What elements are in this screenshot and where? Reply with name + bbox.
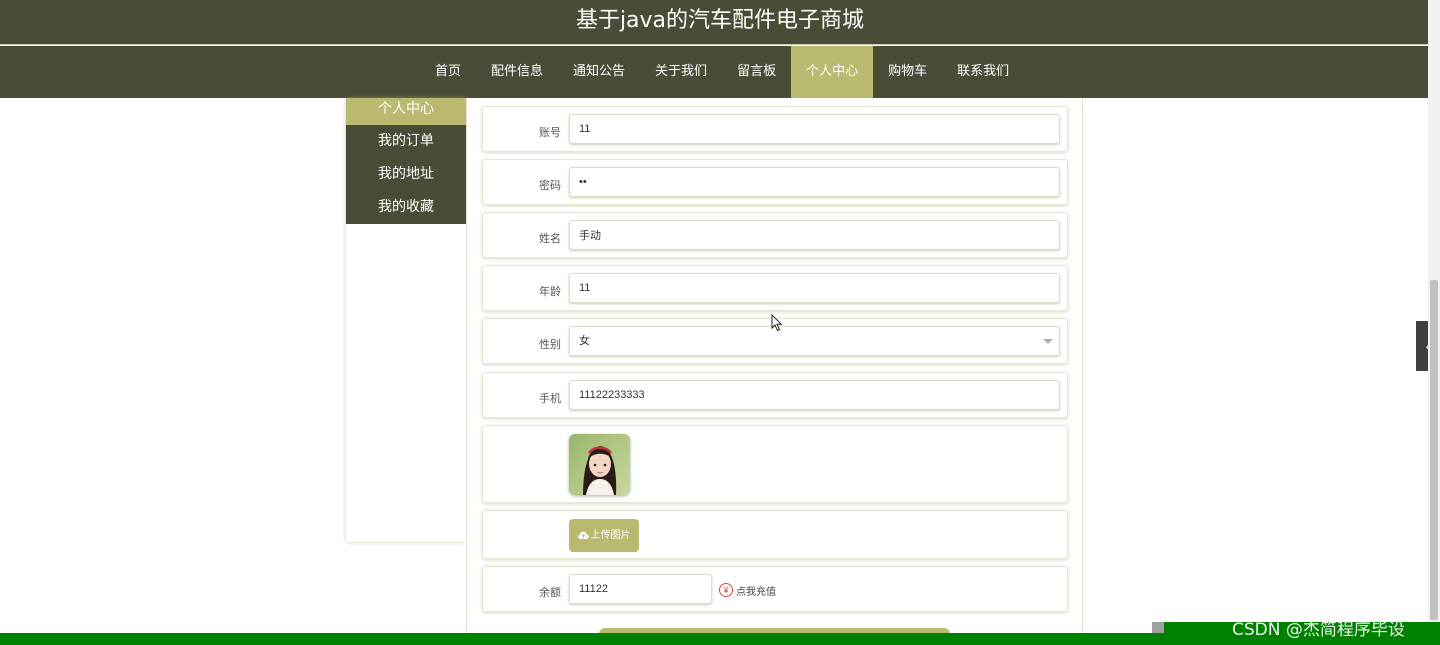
password-row: 密码: [482, 159, 1068, 205]
profile-form: 账号 密码 姓名 年龄 性别 女 手机: [466, 98, 1083, 645]
upload-row: 上传图片: [482, 510, 1068, 559]
balance-row: 余额 ¥ 点我充值: [482, 566, 1068, 612]
nav-item-about[interactable]: 关于我们: [640, 46, 722, 98]
gender-select[interactable]: 女: [569, 326, 1060, 356]
site-header: 基于java的汽车配件电子商城: [0, 0, 1440, 45]
nav-item-cart[interactable]: 购物车: [873, 46, 942, 98]
account-label: 账号: [539, 126, 561, 139]
name-field[interactable]: [569, 220, 1060, 250]
scroll-corner: [1152, 622, 1164, 633]
sidebar-item-favorites[interactable]: 我的收藏: [346, 191, 466, 224]
main-nav: 首页 配件信息 通知公告 关于我们 留言板 个人中心 购物车 联系我们: [0, 46, 1440, 98]
upload-image-button[interactable]: 上传图片: [569, 519, 639, 552]
account-row: 账号: [482, 106, 1068, 152]
scrollbar-thumb[interactable]: [1430, 280, 1438, 620]
mouse-cursor-icon: [771, 314, 783, 332]
nav-item-home[interactable]: 首页: [420, 46, 476, 98]
password-label: 密码: [539, 179, 561, 192]
nav-item-contact[interactable]: 联系我们: [942, 46, 1024, 98]
upload-label: 上传图片: [590, 530, 631, 541]
watermark: CSDN @杰简程序毕设: [1232, 620, 1405, 640]
chevron-down-icon: [1043, 339, 1053, 344]
balance-field[interactable]: [569, 574, 712, 604]
sidebar-item-profile[interactable]: 个人中心: [346, 98, 466, 125]
phone-row: 手机: [482, 372, 1068, 418]
gender-label: 性别: [539, 338, 561, 351]
phone-label: 手机: [539, 392, 561, 405]
avatar-row: [482, 425, 1068, 503]
age-row: 年龄: [482, 265, 1068, 311]
nav-item-messages[interactable]: 留言板: [722, 46, 791, 98]
name-row: 姓名: [482, 212, 1068, 258]
cloud-upload-icon: [577, 531, 589, 539]
nav-item-parts[interactable]: 配件信息: [476, 46, 558, 98]
nav-item-notices[interactable]: 通知公告: [558, 46, 640, 98]
password-field[interactable]: [569, 167, 1060, 197]
status-bar: [0, 633, 1440, 645]
sidebar-item-orders[interactable]: 我的订单: [346, 125, 466, 158]
recharge-label: 点我充值: [736, 586, 776, 598]
avatar: [569, 434, 630, 495]
account-field[interactable]: [569, 114, 1060, 144]
sidebar-item-addresses[interactable]: 我的地址: [346, 158, 466, 191]
nav-item-profile[interactable]: 个人中心: [791, 46, 874, 98]
age-field[interactable]: [569, 273, 1060, 303]
age-label: 年龄: [539, 285, 561, 298]
nav-list: 首页 配件信息 通知公告 关于我们 留言板 个人中心 购物车 联系我们: [420, 46, 1024, 98]
balance-label: 余额: [539, 586, 561, 599]
yuan-icon: ¥: [719, 583, 733, 597]
profile-sidebar: 个人中心 我的订单 我的地址 我的收藏: [346, 98, 466, 542]
site-title: 基于java的汽车配件电子商城: [575, 8, 865, 33]
gender-value: 女: [579, 334, 590, 347]
recharge-link[interactable]: ¥ 点我充值: [719, 581, 776, 599]
phone-field[interactable]: [569, 380, 1060, 410]
name-label: 姓名: [539, 232, 561, 245]
